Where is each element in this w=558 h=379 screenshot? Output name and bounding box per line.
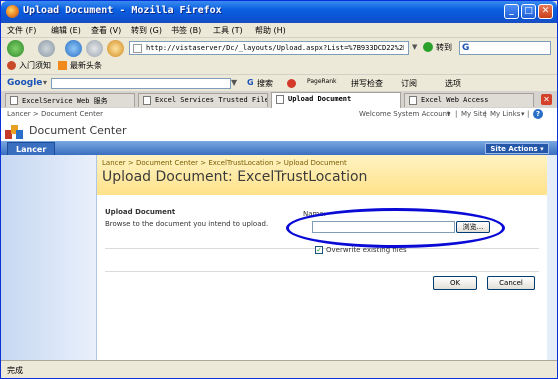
menu-go[interactable]: 转到 (G) [131,25,162,36]
page-icon [276,95,284,104]
page-icon [409,96,417,105]
menu-edit[interactable]: 编辑 (E) [51,25,81,36]
site-actions-label: Site Actions [490,145,538,153]
overwrite-checkbox[interactable]: ✓ [315,246,323,254]
browser-window: Upload Document - Mozilla Firefox _ □ ✕ … [0,0,558,379]
button-divider [105,271,539,272]
google-logo: Google [7,78,43,88]
minimize-button[interactable]: _ [504,4,519,19]
go-icon[interactable] [423,42,433,52]
nav-tab-lancer[interactable]: Lancer [7,142,56,155]
google-search-input[interactable] [51,78,231,89]
menu-view[interactable]: 查看 (V) [91,25,121,36]
stop-icon[interactable] [86,40,103,57]
maximize-button[interactable]: □ [521,4,536,19]
bookmarks-toolbar: 入门须知 最新头条 [1,58,557,72]
search-engine-icon: G [462,43,470,53]
bookmark-icon [7,61,16,70]
tab-label: Excel Services Trusted File... [155,96,267,104]
google-search-dropdown-icon[interactable]: ▼ [231,78,237,87]
google-search-icon[interactable]: G [247,78,254,87]
section-title: Upload Document [105,208,176,216]
my-site-link[interactable]: My Site [461,110,487,118]
close-tab-icon[interactable]: ✕ [541,94,552,105]
page-title: Upload Document: ExcelTrustLocation [102,169,368,185]
bookmark-getting-started[interactable]: 入门须知 [19,60,51,71]
tab-excel-web-access[interactable]: Excel Web Access [404,93,534,107]
google-search-button[interactable]: 搜索 [257,78,273,89]
close-button[interactable]: ✕ [538,4,553,19]
left-nav-panel [1,155,97,360]
page-icon [10,96,18,105]
welcome-menu[interactable]: Welcome System Account [359,110,450,118]
bookmark-latest-headlines[interactable]: 最新头条 [70,60,102,71]
url-dropdown-icon[interactable]: ▼ [412,43,421,52]
home-icon[interactable] [107,40,124,57]
right-gutter [547,155,557,360]
top-breadcrumb[interactable]: Lancer > Document Center [7,110,103,118]
google-toolbar: Google ▾ ▼ G 搜索 PageRank 拼写检查 订阅 选项 [1,74,557,91]
tab-bar: ExcelService Web 服务 Excel Services Trust… [1,91,557,108]
pagerank-indicator[interactable]: PageRank [307,78,337,85]
section-description: Browse to the document you intend to upl… [105,220,269,228]
site-title[interactable]: Document Center [29,124,127,137]
page-icon [143,96,151,105]
subscribe-button[interactable]: 订阅 [401,78,417,89]
help-icon[interactable]: ? [533,109,543,119]
firefox-icon [6,5,19,18]
menu-tools[interactable]: 工具 (T) [213,25,243,36]
search-input[interactable]: G [459,41,551,55]
options-ball-icon [287,79,296,88]
tab-trusted-file[interactable]: Excel Services Trusted File... [138,93,268,107]
menu-bar: 文件 (F) 编辑 (E) 查看 (V) 转到 (G) 书签 (B) 工具 (T… [1,23,557,38]
menu-file[interactable]: 文件 (F) [7,25,36,36]
cancel-button[interactable]: Cancel [487,276,535,290]
window-title: Upload Document - Mozilla Firefox [23,5,222,16]
page-icon [133,44,142,53]
url-text: http://vistaserver/Dc/_layouts/Upload.as… [146,44,404,52]
welcome-dropdown-icon[interactable]: ▾ [447,110,451,118]
highlight-ellipse [286,208,505,248]
divider: | [484,110,487,118]
reload-icon[interactable] [65,40,82,57]
rss-icon [58,61,67,70]
sharepoint-top-bar: Lancer > Document Center Welcome System … [1,108,557,120]
site-logo [5,125,23,139]
ok-button[interactable]: OK [433,276,477,290]
title-bar: Upload Document - Mozilla Firefox _ □ ✕ [1,1,557,23]
google-dropdown-icon[interactable]: ▾ [43,78,47,87]
forward-icon[interactable] [38,40,55,57]
my-links-dropdown-icon[interactable]: ▾ [521,110,525,118]
tab-label: ExcelService Web 服务 [22,97,108,105]
global-nav-bar: Lancer Site Actions ▾ [1,141,557,155]
status-text: 完成 [7,366,23,375]
tab-upload-document[interactable]: Upload Document [271,92,401,108]
back-icon[interactable] [7,40,24,57]
tab-label: Upload Document [288,95,352,103]
divider: | [527,110,530,118]
spellcheck-button[interactable]: 拼写检查 [351,78,383,89]
divider: | [455,110,458,118]
my-links-menu[interactable]: My Links [490,110,520,118]
tab-excelservice[interactable]: ExcelService Web 服务 [5,93,135,107]
go-label[interactable]: 转到 [436,42,452,53]
site-actions-button[interactable]: Site Actions ▾ [485,143,549,154]
options-button[interactable]: 选项 [445,78,461,89]
status-bar: 完成 [1,360,557,378]
tab-label: Excel Web Access [421,96,489,104]
menu-help[interactable]: 帮助 (H) [255,25,286,36]
address-bar[interactable]: http://vistaserver/Dc/_layouts/Upload.as… [129,41,409,55]
menu-bookmarks[interactable]: 书签 (B) [171,25,201,36]
page-breadcrumb[interactable]: Lancer > Document Center > ExcelTrustLoc… [102,159,347,167]
navigation-toolbar: http://vistaserver/Dc/_layouts/Upload.as… [1,38,557,58]
